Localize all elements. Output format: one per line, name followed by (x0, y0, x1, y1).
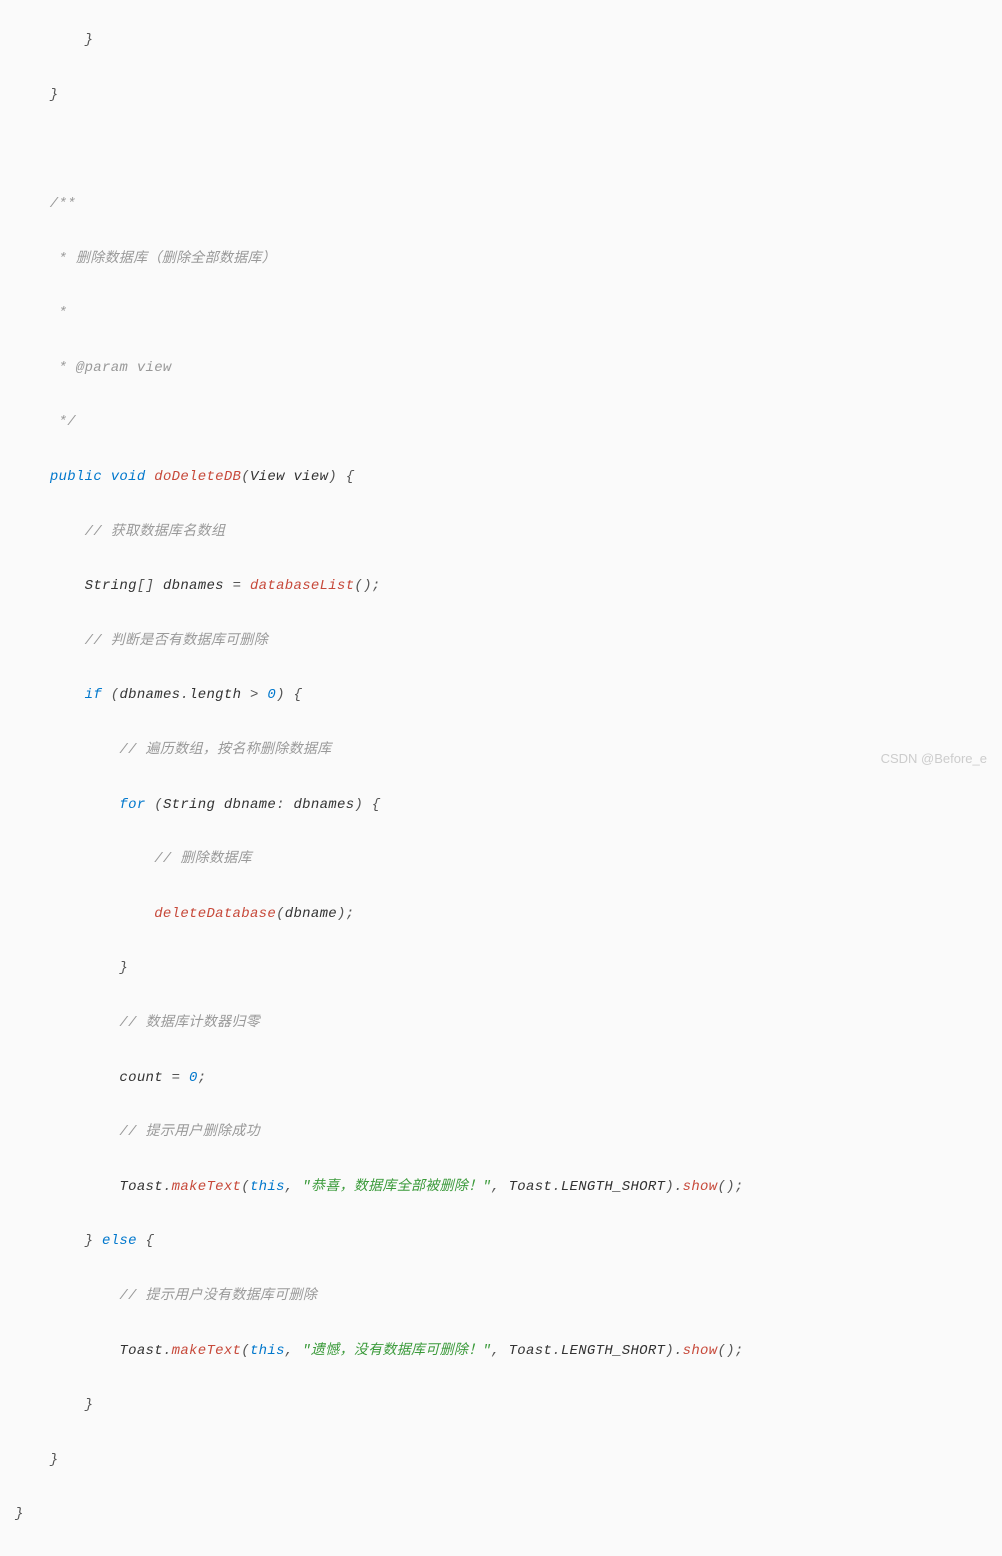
code-block: } } /** * 删除数据库（删除全部数据库） * * @param view… (0, 0, 1002, 1556)
code-line: // 获取数据库名数组 (15, 519, 987, 546)
code-line (15, 136, 987, 163)
code-line: // 提示用户没有数据库可删除 (15, 1283, 987, 1310)
code-line: String[] dbnames = databaseList(); (15, 573, 987, 600)
code-line: * 删除数据库（删除全部数据库） (15, 246, 987, 273)
code-line: deleteDatabase(dbname); (15, 901, 987, 928)
code-line: // 判断是否有数据库可删除 (15, 628, 987, 655)
code-line: // 数据库计数器归零 (15, 1010, 987, 1037)
code-line: */ (15, 409, 987, 436)
code-line: } (15, 1392, 987, 1419)
watermark-text: CSDN @Before_e (881, 746, 987, 771)
code-line: } else { (15, 1228, 987, 1255)
code-line: Toast.makeText(this, "遗憾，没有数据库可删除！", Toa… (15, 1338, 987, 1365)
code-line: * @param view (15, 355, 987, 382)
code-line: } (15, 955, 987, 982)
code-line: count = 0; (15, 1065, 987, 1092)
code-line: // 提示用户删除成功 (15, 1119, 987, 1146)
code-line: * (15, 300, 987, 327)
code-line: } (15, 1447, 987, 1474)
code-line: Toast.makeText(this, "恭喜，数据库全部被删除！", Toa… (15, 1174, 987, 1201)
code-line: } (15, 1501, 987, 1528)
code-line: public void doDeleteDB(View view) { (15, 464, 987, 491)
code-line: } (15, 27, 987, 54)
code-line: /** (15, 191, 987, 218)
code-line: } (15, 82, 987, 109)
code-line: // 遍历数组，按名称删除数据库 (15, 737, 987, 764)
code-line: if (dbnames.length > 0) { (15, 682, 987, 709)
code-line: // 删除数据库 (15, 846, 987, 873)
code-line: for (String dbname: dbnames) { (15, 792, 987, 819)
